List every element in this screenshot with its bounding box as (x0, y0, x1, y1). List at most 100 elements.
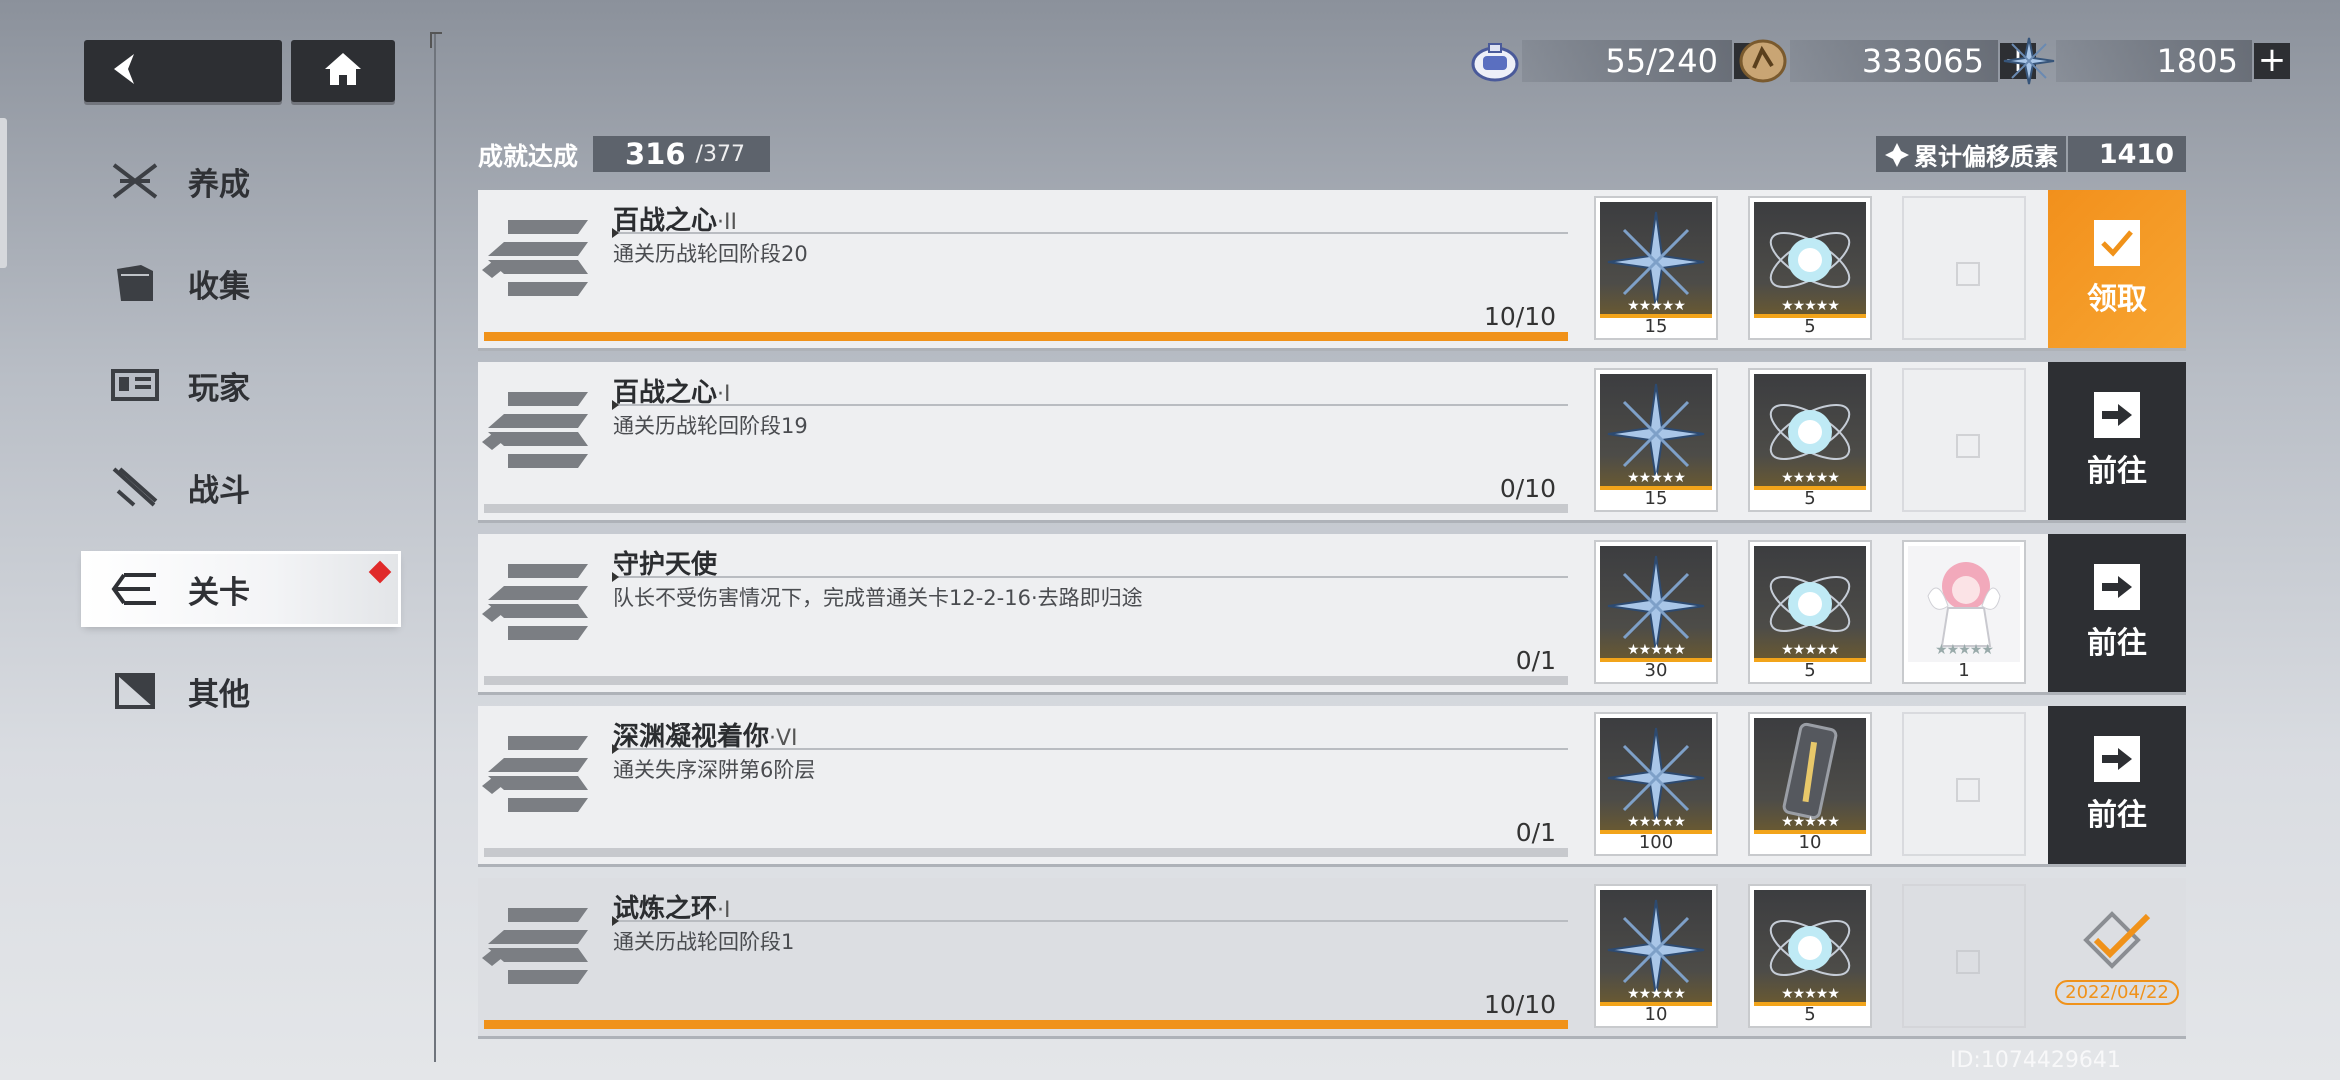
progress-bar (484, 1020, 1568, 1029)
go-button[interactable]: 前往 (2048, 534, 2186, 692)
sidebar-item-label: 养成 (188, 166, 250, 203)
reward-quantity: 10 (1798, 832, 1822, 853)
reward-slot[interactable]: ★★★★★ 5 (1748, 884, 1872, 1028)
divider (2066, 136, 2068, 172)
reward-quantity: 10 (1644, 1004, 1668, 1025)
back-button[interactable] (84, 40, 282, 102)
capsule-icon: ★★★★★ (1754, 718, 1866, 834)
home-button[interactable] (291, 40, 395, 102)
title-underline (612, 400, 1568, 410)
sidebar-divider (430, 32, 442, 1062)
reward-slot[interactable]: ★★★★★ 30 (1594, 540, 1718, 684)
arrow-right-icon (2094, 564, 2140, 610)
flag-icon (110, 671, 160, 711)
energy-orb-icon: ★★★★★ (1754, 202, 1866, 318)
sidebar-item-collect[interactable]: 收集 (84, 248, 398, 318)
crystal-add-button[interactable]: + (2254, 43, 2290, 79)
go-button[interactable]: 前往 (2048, 362, 2186, 520)
reward-slot[interactable]: ★★★★★ 15 (1594, 368, 1718, 512)
row-progress: 10/10 (1483, 990, 1556, 1019)
coin-counter: 333065 + (1736, 36, 2036, 86)
rarity-stars: ★★★★★ (1781, 470, 1840, 486)
sidebar-item-other[interactable]: 其他 (84, 656, 398, 726)
reward-slot[interactable]: ★★★★★ 1 (1902, 540, 2026, 684)
sidebar-item-label: 玩家 (188, 370, 250, 407)
reward-quantity: 15 (1644, 488, 1668, 509)
home-icon (323, 51, 363, 91)
rarity-stars: ★★★★★ (1627, 298, 1686, 314)
reward-quantity: 15 (1644, 316, 1668, 337)
accumulated-counter: 累计偏移质素 1410 (1876, 136, 2186, 172)
energy-orb-icon: ★★★★★ (1754, 374, 1866, 490)
achievement-total: /377 (695, 141, 745, 167)
chibi-character-icon: ★★★★★ (1908, 546, 2020, 662)
reward-slot[interactable]: ★★★★★ 15 (1594, 196, 1718, 340)
empty-reward-slot (1902, 368, 2026, 512)
go-label: 前往 (2087, 626, 2147, 661)
reward-slot[interactable]: ★★★★★ 5 (1748, 196, 1872, 340)
progress-bar (484, 848, 1568, 857)
achievement-row: 试炼之环·I 通关历战轮回阶段1 10/10 ★★★★★ 10 ★★★★★ 5 … (478, 878, 2186, 1036)
energy-orb-icon: ★★★★★ (1754, 890, 1866, 1006)
row-description: 通关历战轮回阶段20 (613, 242, 808, 266)
rarity-stars: ★★★★★ (1627, 642, 1686, 658)
reward-slot[interactable]: ★★★★★ 100 (1594, 712, 1718, 856)
title-underline (612, 572, 1568, 582)
achievement-row: 深渊凝视着你·VI 通关失序深阱第6阶层 0/1 ★★★★★ 100 ★★★★★… (478, 706, 2186, 864)
sidebar-item-player[interactable]: 玩家 (84, 350, 398, 420)
empty-reward-slot (1902, 712, 2026, 856)
reward-quantity: 5 (1804, 660, 1816, 681)
folder-icon (110, 263, 160, 303)
go-button[interactable]: 前往 (2048, 706, 2186, 864)
rarity-stars: ★★★★★ (1627, 470, 1686, 486)
reward-slot[interactable]: ★★★★★ 10 (1594, 884, 1718, 1028)
reward-slot[interactable]: ★★★★★ 5 (1748, 368, 1872, 512)
row-description: 通关失序深阱第6阶层 (613, 758, 816, 782)
completed-date: 2022/04/22 (2055, 979, 2179, 1005)
completed-check-icon (2082, 910, 2152, 974)
left-edge-handle (0, 118, 7, 268)
sidebar-item-label: 收集 (188, 268, 250, 305)
arrow-right-icon (2094, 392, 2140, 438)
sidebar-item-stage[interactable]: 关卡 (84, 554, 398, 624)
reward-quantity: 5 (1804, 316, 1816, 337)
row-description: 通关历战轮回阶段1 (613, 930, 795, 954)
empty-reward-slot (1902, 884, 2026, 1028)
progress-bar (484, 504, 1568, 513)
rarity-stars: ★★★★★ (1781, 298, 1840, 314)
check-icon (2094, 220, 2140, 266)
id-card-icon (110, 365, 160, 405)
progress-bar (484, 676, 1568, 685)
achievement-emblem-icon (478, 190, 598, 348)
achievement-emblem-icon (478, 362, 598, 520)
achievement-row: 百战之心·I 通关历战轮回阶段19 0/10 ★★★★★ 15 ★★★★★ 5 … (478, 362, 2186, 520)
row-progress: 0/1 (1515, 818, 1556, 847)
reward-slot[interactable]: ★★★★★ 10 (1748, 712, 1872, 856)
reward-quantity: 5 (1804, 488, 1816, 509)
reward-quantity: 5 (1804, 1004, 1816, 1025)
sidebar-item-training[interactable]: 养成 (84, 146, 398, 216)
achievement-row: 百战之心·II 通关历战轮回阶段20 10/10 ★★★★★ 15 ★★★★★ … (478, 190, 2186, 348)
crystal-value: 1805 (2056, 40, 2252, 82)
new-badge-icon (368, 560, 392, 584)
reward-quantity: 30 (1644, 660, 1668, 681)
reward-quantity: 100 (1638, 832, 1674, 853)
arrow-right-icon (2094, 736, 2140, 782)
coin-icon (1736, 36, 1790, 86)
reward-slot[interactable]: ★★★★★ 5 (1748, 540, 1872, 684)
achievement-emblem-icon (478, 534, 598, 692)
crystal-icon: ★★★★★ (1600, 202, 1712, 318)
coin-value: 333065 (1790, 40, 1998, 82)
go-label: 前往 (2087, 454, 2147, 489)
row-description: 队长不受伤害情况下，完成普通关卡12-2-16·去路即归途 (613, 586, 1143, 610)
crystal-icon: ★★★★★ (1600, 374, 1712, 490)
accumulated-value: 1410 (2098, 138, 2174, 170)
rarity-stars: ★★★★★ (1627, 986, 1686, 1002)
stamina-counter: 55/240 + (1468, 36, 1770, 86)
rarity-stars: ★★★★★ (1781, 814, 1840, 830)
empty-reward-slot (1902, 196, 2026, 340)
user-id: ID:1074429641 (1950, 1048, 2121, 1073)
claim-button[interactable]: 领取 (2048, 190, 2186, 348)
achievement-label: 成就达成 (478, 142, 579, 171)
sidebar-item-battle[interactable]: 战斗 (84, 452, 398, 522)
